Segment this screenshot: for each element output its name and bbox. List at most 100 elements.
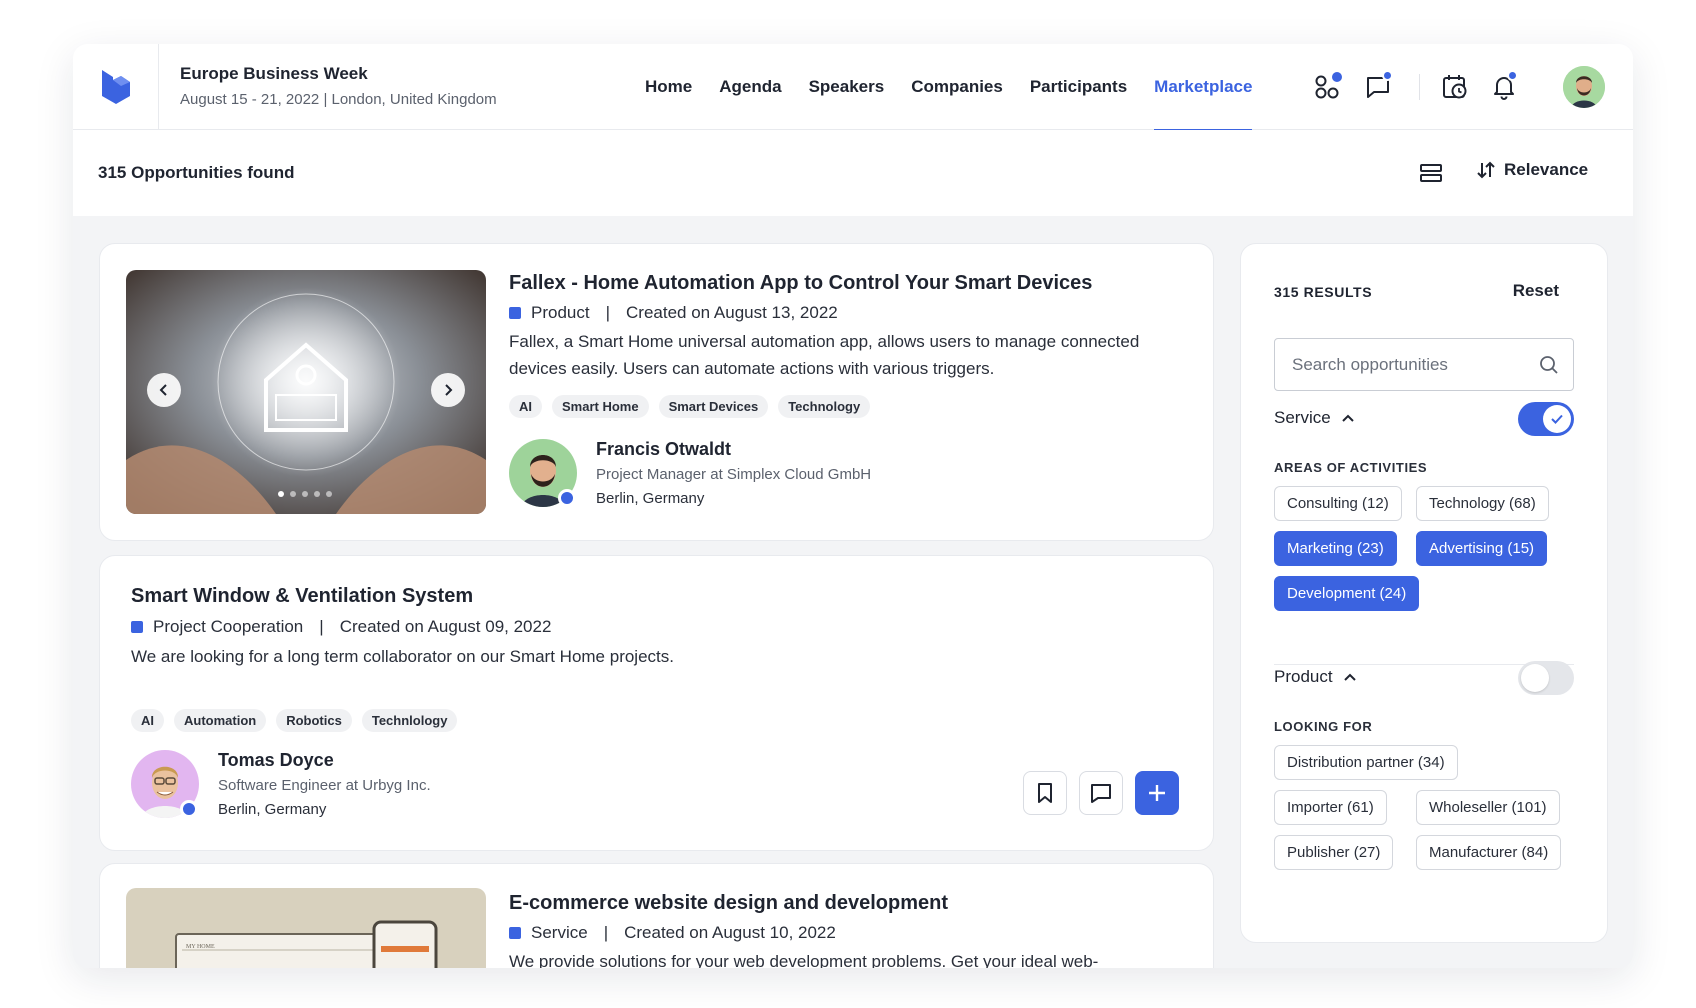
chat-notification-dot xyxy=(1382,70,1393,81)
tag-list: AI Smart Home Smart Devices Technology xyxy=(509,395,871,418)
tag[interactable]: Automation xyxy=(174,709,267,732)
bookmark-icon xyxy=(1038,783,1052,803)
looking-for-label: LOOKING FOR xyxy=(1274,719,1373,734)
card-title[interactable]: Smart Window & Ventilation System xyxy=(131,585,473,608)
results-bar: 315 Opportunities found Relevance xyxy=(73,130,1633,216)
filter-chip-importer[interactable]: Importer (61) xyxy=(1274,790,1387,825)
carousel-next-button[interactable] xyxy=(431,373,465,407)
calendar-clock-icon xyxy=(1443,75,1467,99)
user-avatar-image xyxy=(1563,66,1605,108)
tag[interactable]: Smart Devices xyxy=(658,395,769,418)
notifications-button[interactable] xyxy=(1488,70,1520,103)
search-box xyxy=(1274,338,1574,391)
tag[interactable]: Technlology xyxy=(361,709,458,732)
nav-marketplace[interactable]: Marketplace xyxy=(1154,44,1253,131)
card-author[interactable]: Tomas Doyce Software Engineer at Urbyg I… xyxy=(131,750,551,820)
filter-chip-development[interactable]: Development (24) xyxy=(1274,576,1420,611)
apps-button[interactable] xyxy=(1311,70,1344,103)
filter-chip-publisher[interactable]: Publisher (27) xyxy=(1274,835,1394,870)
carousel-dot[interactable] xyxy=(326,491,332,497)
sort-button[interactable]: Relevance xyxy=(1476,160,1588,180)
carousel-dot[interactable] xyxy=(314,491,320,497)
opportunity-card[interactable]: Fallex - Home Automation App to Control … xyxy=(99,243,1214,541)
author-role: Project Manager at Simplex Cloud GmbH xyxy=(596,466,872,483)
nav-home[interactable]: Home xyxy=(645,44,692,130)
add-button[interactable] xyxy=(1135,771,1179,815)
event-title: Europe Business Week xyxy=(180,64,368,83)
author-location: Berlin, Germany xyxy=(596,490,705,507)
filter-chip-marketing[interactable]: Marketing (23) xyxy=(1274,531,1397,566)
type-marker xyxy=(509,927,521,939)
opportunity-card[interactable]: MY HOME E-commerce website design and de… xyxy=(99,863,1214,968)
event-subtitle: August 15 - 21, 2022 | London, United Ki… xyxy=(180,91,497,108)
nav-speakers[interactable]: Speakers xyxy=(809,44,885,130)
tag[interactable]: AI xyxy=(509,395,542,418)
filter-chip-manufacturer[interactable]: Manufacturer (84) xyxy=(1416,835,1562,870)
user-avatar[interactable] xyxy=(1563,66,1605,108)
chevron-right-icon xyxy=(445,384,453,396)
card-type: Service xyxy=(531,923,588,942)
product-group-header[interactable]: Product xyxy=(1274,667,1357,687)
filter-chip-technology[interactable]: Technology (68) xyxy=(1416,486,1549,521)
nav-participants[interactable]: Participants xyxy=(1030,44,1127,130)
author-role: Software Engineer at Urbyg Inc. xyxy=(218,777,431,794)
carousel-dot[interactable] xyxy=(278,491,284,497)
filter-chip-wholeseller[interactable]: Wholeseller (101) xyxy=(1416,790,1560,825)
product-label: Product xyxy=(1274,667,1333,686)
areas-of-activities-label: AREAS OF ACTIVITIES xyxy=(1274,460,1428,475)
opportunity-card[interactable]: Smart Window & Ventilation System Projec… xyxy=(99,555,1214,851)
type-marker xyxy=(509,307,521,319)
bookmark-button[interactable] xyxy=(1023,771,1067,815)
website-mockup-image: MY HOME xyxy=(126,888,486,968)
service-group-header[interactable]: Service xyxy=(1274,408,1355,428)
results-count: 315 Opportunities found xyxy=(98,163,295,182)
tag[interactable]: AI xyxy=(131,709,164,732)
card-created: Created on August 09, 2022 xyxy=(339,617,552,636)
card-meta: Product | Created on August 13, 2022 xyxy=(509,303,838,323)
online-status-dot xyxy=(558,489,576,507)
chevron-up-icon xyxy=(1341,414,1354,422)
chat-button[interactable] xyxy=(1362,70,1394,103)
card-carousel xyxy=(126,270,486,514)
author-name[interactable]: Tomas Doyce xyxy=(218,750,334,771)
card-type: Product xyxy=(531,303,590,322)
carousel-dot[interactable] xyxy=(290,491,296,497)
header-divider xyxy=(1419,74,1420,100)
author-name[interactable]: Francis Otwaldt xyxy=(596,439,731,460)
nav-companies[interactable]: Companies xyxy=(911,44,1003,130)
reset-button[interactable]: Reset xyxy=(1513,281,1559,301)
mockup-logo-text: MY HOME xyxy=(186,944,215,950)
tag-list: AI Automation Robotics Technlology xyxy=(131,709,458,732)
calendar-button[interactable] xyxy=(1439,71,1471,103)
logo[interactable] xyxy=(73,44,159,130)
carousel-prev-button[interactable] xyxy=(147,373,181,407)
filter-chip-distribution-partner[interactable]: Distribution partner (34) xyxy=(1274,745,1458,780)
card-title[interactable]: Fallex - Home Automation App to Control … xyxy=(509,272,1092,295)
message-button[interactable] xyxy=(1079,771,1123,815)
meta-separator: | xyxy=(603,923,609,942)
type-marker xyxy=(131,621,143,633)
card-title[interactable]: E-commerce website design and developmen… xyxy=(509,892,948,915)
carousel-dot[interactable] xyxy=(302,491,308,497)
card-description: Fallex, a Smart Home universal automatio… xyxy=(509,332,1140,378)
check-icon xyxy=(1551,414,1563,424)
filter-chip-consulting[interactable]: Consulting (12) xyxy=(1274,486,1402,521)
filter-chip-advertising[interactable]: Advertising (15) xyxy=(1416,531,1548,566)
tag[interactable]: Technology xyxy=(778,395,871,418)
toggle-knob xyxy=(1543,405,1571,433)
tag[interactable]: Smart Home xyxy=(552,395,649,418)
main-nav: Home Agenda Speakers Companies Participa… xyxy=(645,44,1279,131)
service-toggle[interactable] xyxy=(1518,402,1574,436)
filter-results-count: 315 RESULTS xyxy=(1274,284,1373,300)
nav-agenda[interactable]: Agenda xyxy=(719,44,781,130)
view-toggle-button[interactable] xyxy=(1419,162,1443,189)
service-label: Service xyxy=(1274,408,1331,427)
tag[interactable]: Robotics xyxy=(276,709,352,732)
search-input[interactable] xyxy=(1275,339,1535,390)
meta-separator: | xyxy=(319,617,324,636)
carousel-dots xyxy=(278,491,332,497)
notification-dot xyxy=(1507,70,1518,81)
card-author[interactable]: Francis Otwaldt Project Manager at Simpl… xyxy=(509,439,929,509)
product-toggle[interactable] xyxy=(1518,661,1574,695)
search-icon[interactable] xyxy=(1539,355,1559,375)
